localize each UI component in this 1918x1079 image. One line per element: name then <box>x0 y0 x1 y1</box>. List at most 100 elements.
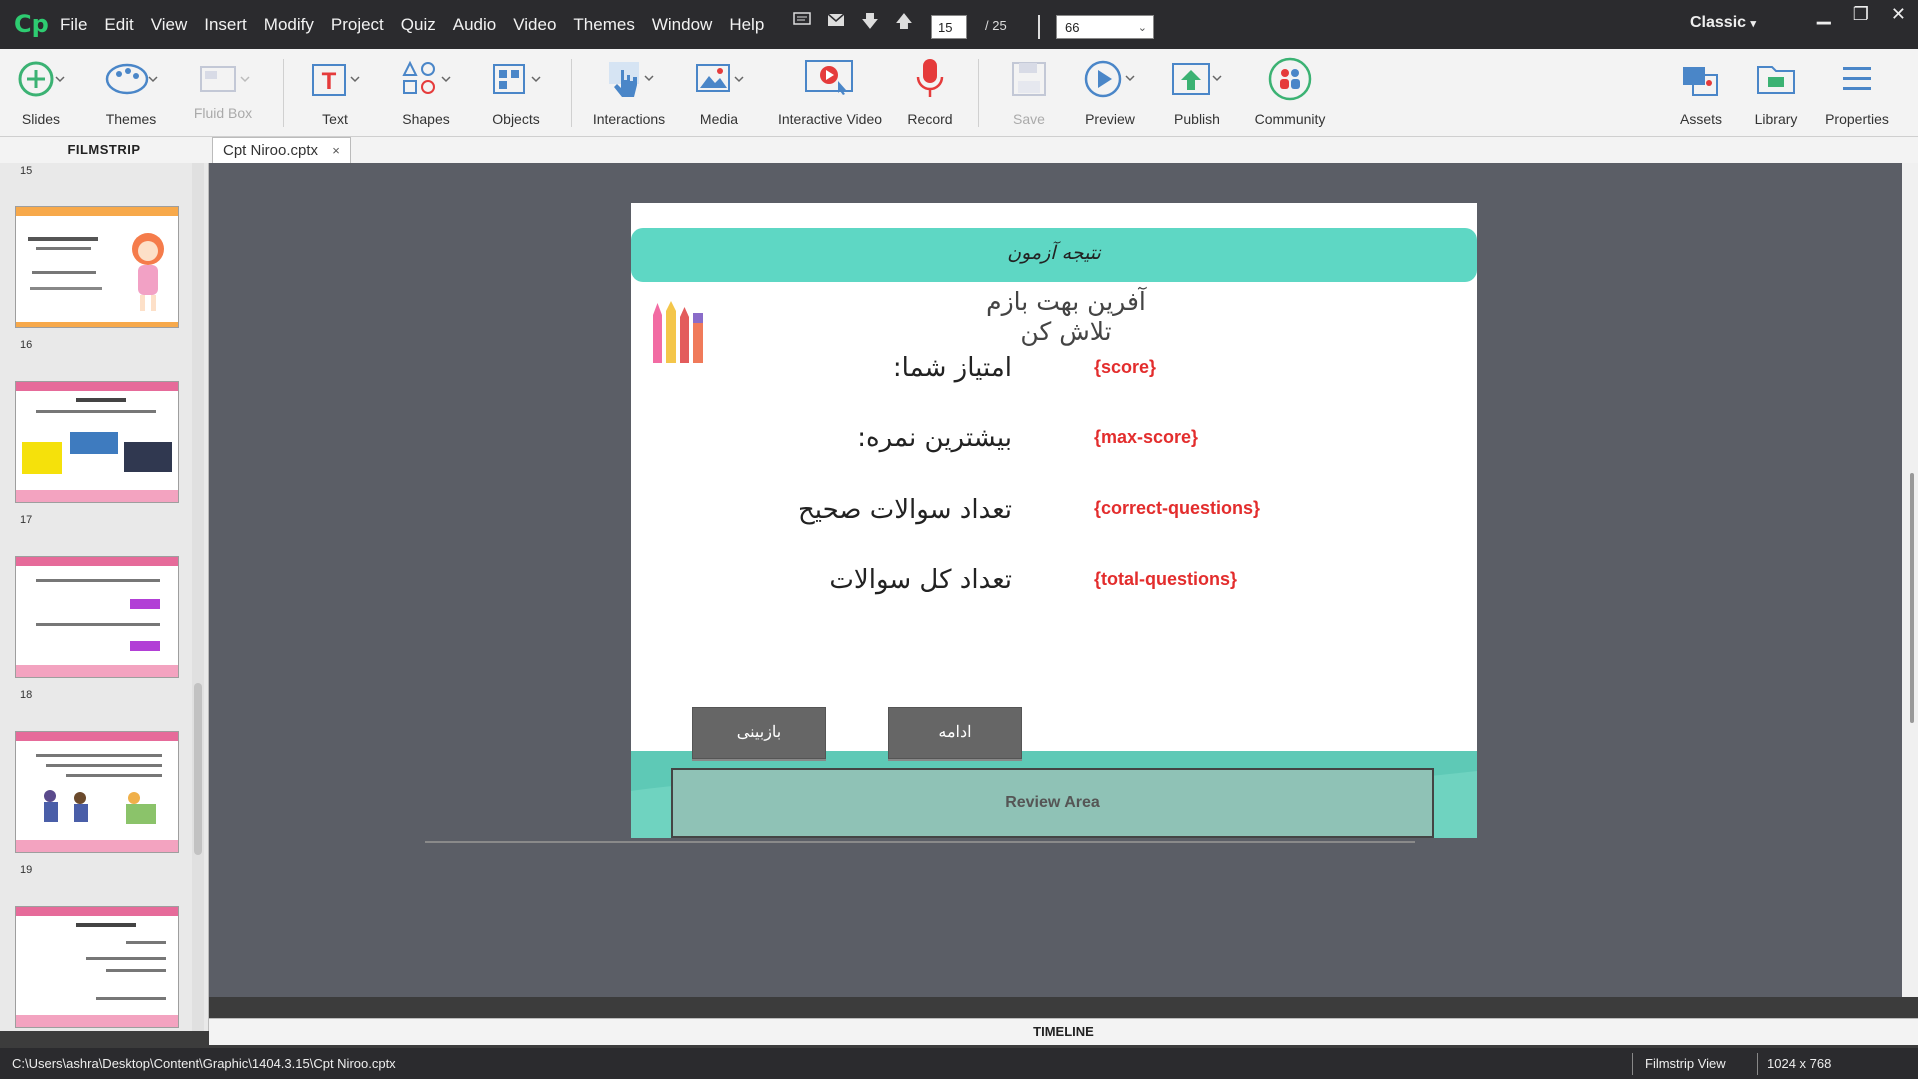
divider <box>571 59 572 127</box>
menu-insert[interactable]: Insert <box>204 15 247 35</box>
library-label: Library <box>1754 111 1798 127</box>
community-button[interactable]: Community <box>1250 55 1330 127</box>
menu-window[interactable]: Window <box>652 15 712 35</box>
slide-thumbnail-18[interactable] <box>15 556 179 678</box>
interactive-video-button[interactable]: Interactive Video <box>772 55 888 127</box>
library-button[interactable]: Library <box>1751 55 1801 127</box>
record-button[interactable]: Record <box>901 55 959 127</box>
menu-edit[interactable]: Edit <box>104 15 133 35</box>
slide-thumbnail-20[interactable] <box>15 906 179 1028</box>
slide-thumbnail-16[interactable] <box>15 206 179 328</box>
close-tab-icon[interactable]: × <box>332 143 340 158</box>
svg-text:T: T <box>322 68 337 95</box>
fluid-box-icon <box>200 66 250 92</box>
slides-button[interactable]: Slides <box>10 55 72 127</box>
assets-icon <box>1683 67 1718 96</box>
thumb-text-line <box>36 754 162 757</box>
thumb-text-line <box>126 941 166 944</box>
menu-file[interactable]: File <box>60 15 87 35</box>
max-score-label[interactable]: :بیشترین نمره <box>857 423 1012 453</box>
menu-themes[interactable]: Themes <box>573 15 634 35</box>
divider <box>1757 1053 1758 1075</box>
themes-button[interactable]: Themes <box>96 55 166 127</box>
stage-horizontal-scrollbar[interactable] <box>425 841 1415 843</box>
toolbar: Slides Themes Fluid Box T Text Shapes Ob… <box>0 49 1918 137</box>
text-button[interactable]: T Text <box>304 55 366 127</box>
objects-button[interactable]: Objects <box>483 55 549 127</box>
continue-button[interactable]: ادامه <box>888 707 1022 759</box>
slide-number: 18 <box>20 689 33 701</box>
media-label: Media <box>699 111 739 127</box>
maximize-icon[interactable]: ❐ <box>1853 4 1869 25</box>
save-icon <box>1012 62 1046 96</box>
thumb-text-line <box>28 237 98 241</box>
close-icon[interactable]: ✕ <box>1891 4 1906 25</box>
interactions-button[interactable]: Interactions <box>588 55 670 127</box>
community-icon <box>1268 57 1312 101</box>
minimize-icon[interactable]: ▁ <box>1817 4 1831 25</box>
stage-vertical-scrollbar[interactable] <box>1902 163 1918 997</box>
page-number-input[interactable]: 15 <box>931 15 967 39</box>
microphone-icon <box>916 59 944 97</box>
menu-video[interactable]: Video <box>513 15 556 35</box>
pencils-icon <box>653 301 703 363</box>
slide-canvas[interactable]: نتیجه آزمون آفرین بهت بازم تلاش کن :امتی… <box>631 203 1477 838</box>
palette-icon <box>105 63 158 95</box>
thumb-header-bar <box>16 382 178 391</box>
prev-slide-icon[interactable]: 🡅 <box>894 12 914 32</box>
slide-title-bar[interactable]: نتیجه آزمون <box>631 228 1477 282</box>
stage-scroll-thumb[interactable] <box>1910 473 1914 723</box>
workspace-switcher[interactable]: Classic ▾ <box>1690 14 1756 32</box>
media-button[interactable]: Media <box>686 55 752 127</box>
total-questions-label[interactable]: تعداد کل سوالات <box>829 565 1012 595</box>
menu-help[interactable]: Help <box>729 15 764 35</box>
publish-button[interactable]: Publish <box>1166 55 1228 127</box>
menu-audio[interactable]: Audio <box>453 15 496 35</box>
review-button[interactable]: بازبینی <box>692 707 826 759</box>
text-icon: T <box>312 64 360 96</box>
score-variable[interactable]: {score} <box>1094 357 1156 378</box>
assets-button[interactable]: Assets <box>1676 55 1726 127</box>
menu-view[interactable]: View <box>151 15 188 35</box>
comment-icon[interactable] <box>792 12 812 32</box>
next-slide-icon[interactable]: 🡇 <box>860 12 880 32</box>
slide-thumbnail-17[interactable] <box>15 381 179 503</box>
fluid-box-button[interactable]: Fluid Box <box>188 55 258 121</box>
score-label[interactable]: :امتیاز شما <box>893 353 1012 383</box>
thumb-text-line <box>36 247 91 250</box>
correct-questions-label[interactable]: تعداد سوالات صحیح <box>798 495 1012 525</box>
main-menu: File Edit View Insert Modify Project Qui… <box>60 0 764 49</box>
filmstrip-scroll-thumb[interactable] <box>194 683 202 855</box>
tab-document[interactable]: Cpt Niroo.cptx × <box>212 137 351 164</box>
review-area[interactable]: Review Area <box>671 768 1434 838</box>
thumb-text-line <box>32 271 96 274</box>
fluid-box-label: Fluid Box <box>193 105 253 121</box>
greeting-text[interactable]: آفرین بهت بازم تلاش کن <box>901 287 1231 347</box>
timeline-panel-header[interactable]: TIMELINE <box>209 1018 1918 1045</box>
divider <box>1632 1053 1633 1075</box>
save-button[interactable]: Save <box>1004 55 1054 127</box>
properties-button[interactable]: Properties <box>1822 55 1892 127</box>
thumb-button <box>130 599 160 609</box>
shapes-button[interactable]: Shapes <box>394 55 458 127</box>
zoom-select[interactable]: 66 ⌄ <box>1056 15 1154 39</box>
correct-questions-variable[interactable]: {correct-questions} <box>1094 498 1260 519</box>
max-score-variable[interactable]: {max-score} <box>1094 427 1198 448</box>
thumb-text-line <box>76 398 126 402</box>
thumb-image <box>22 442 62 474</box>
interactions-label: Interactions <box>592 111 666 127</box>
preview-button[interactable]: Preview <box>1080 55 1140 127</box>
mail-icon[interactable] <box>826 12 846 32</box>
thumb-text-line <box>96 997 166 1000</box>
filmstrip-scrollbar[interactable] <box>192 163 204 1031</box>
thumb-footer-bar <box>16 490 178 502</box>
menu-project[interactable]: Project <box>331 15 384 35</box>
image-icon <box>696 64 744 92</box>
people-illustration-icon <box>44 790 156 824</box>
menu-modify[interactable]: Modify <box>264 15 314 35</box>
filmstrip: 15 16 17 18 19 <box>0 163 209 1031</box>
slide-thumbnail-19[interactable] <box>15 731 179 853</box>
total-questions-variable[interactable]: {total-questions} <box>1094 569 1237 590</box>
menu-quiz[interactable]: Quiz <box>401 15 436 35</box>
status-bar: C:\Users\ashra\Desktop\Content\Graphic\1… <box>0 1048 1918 1079</box>
